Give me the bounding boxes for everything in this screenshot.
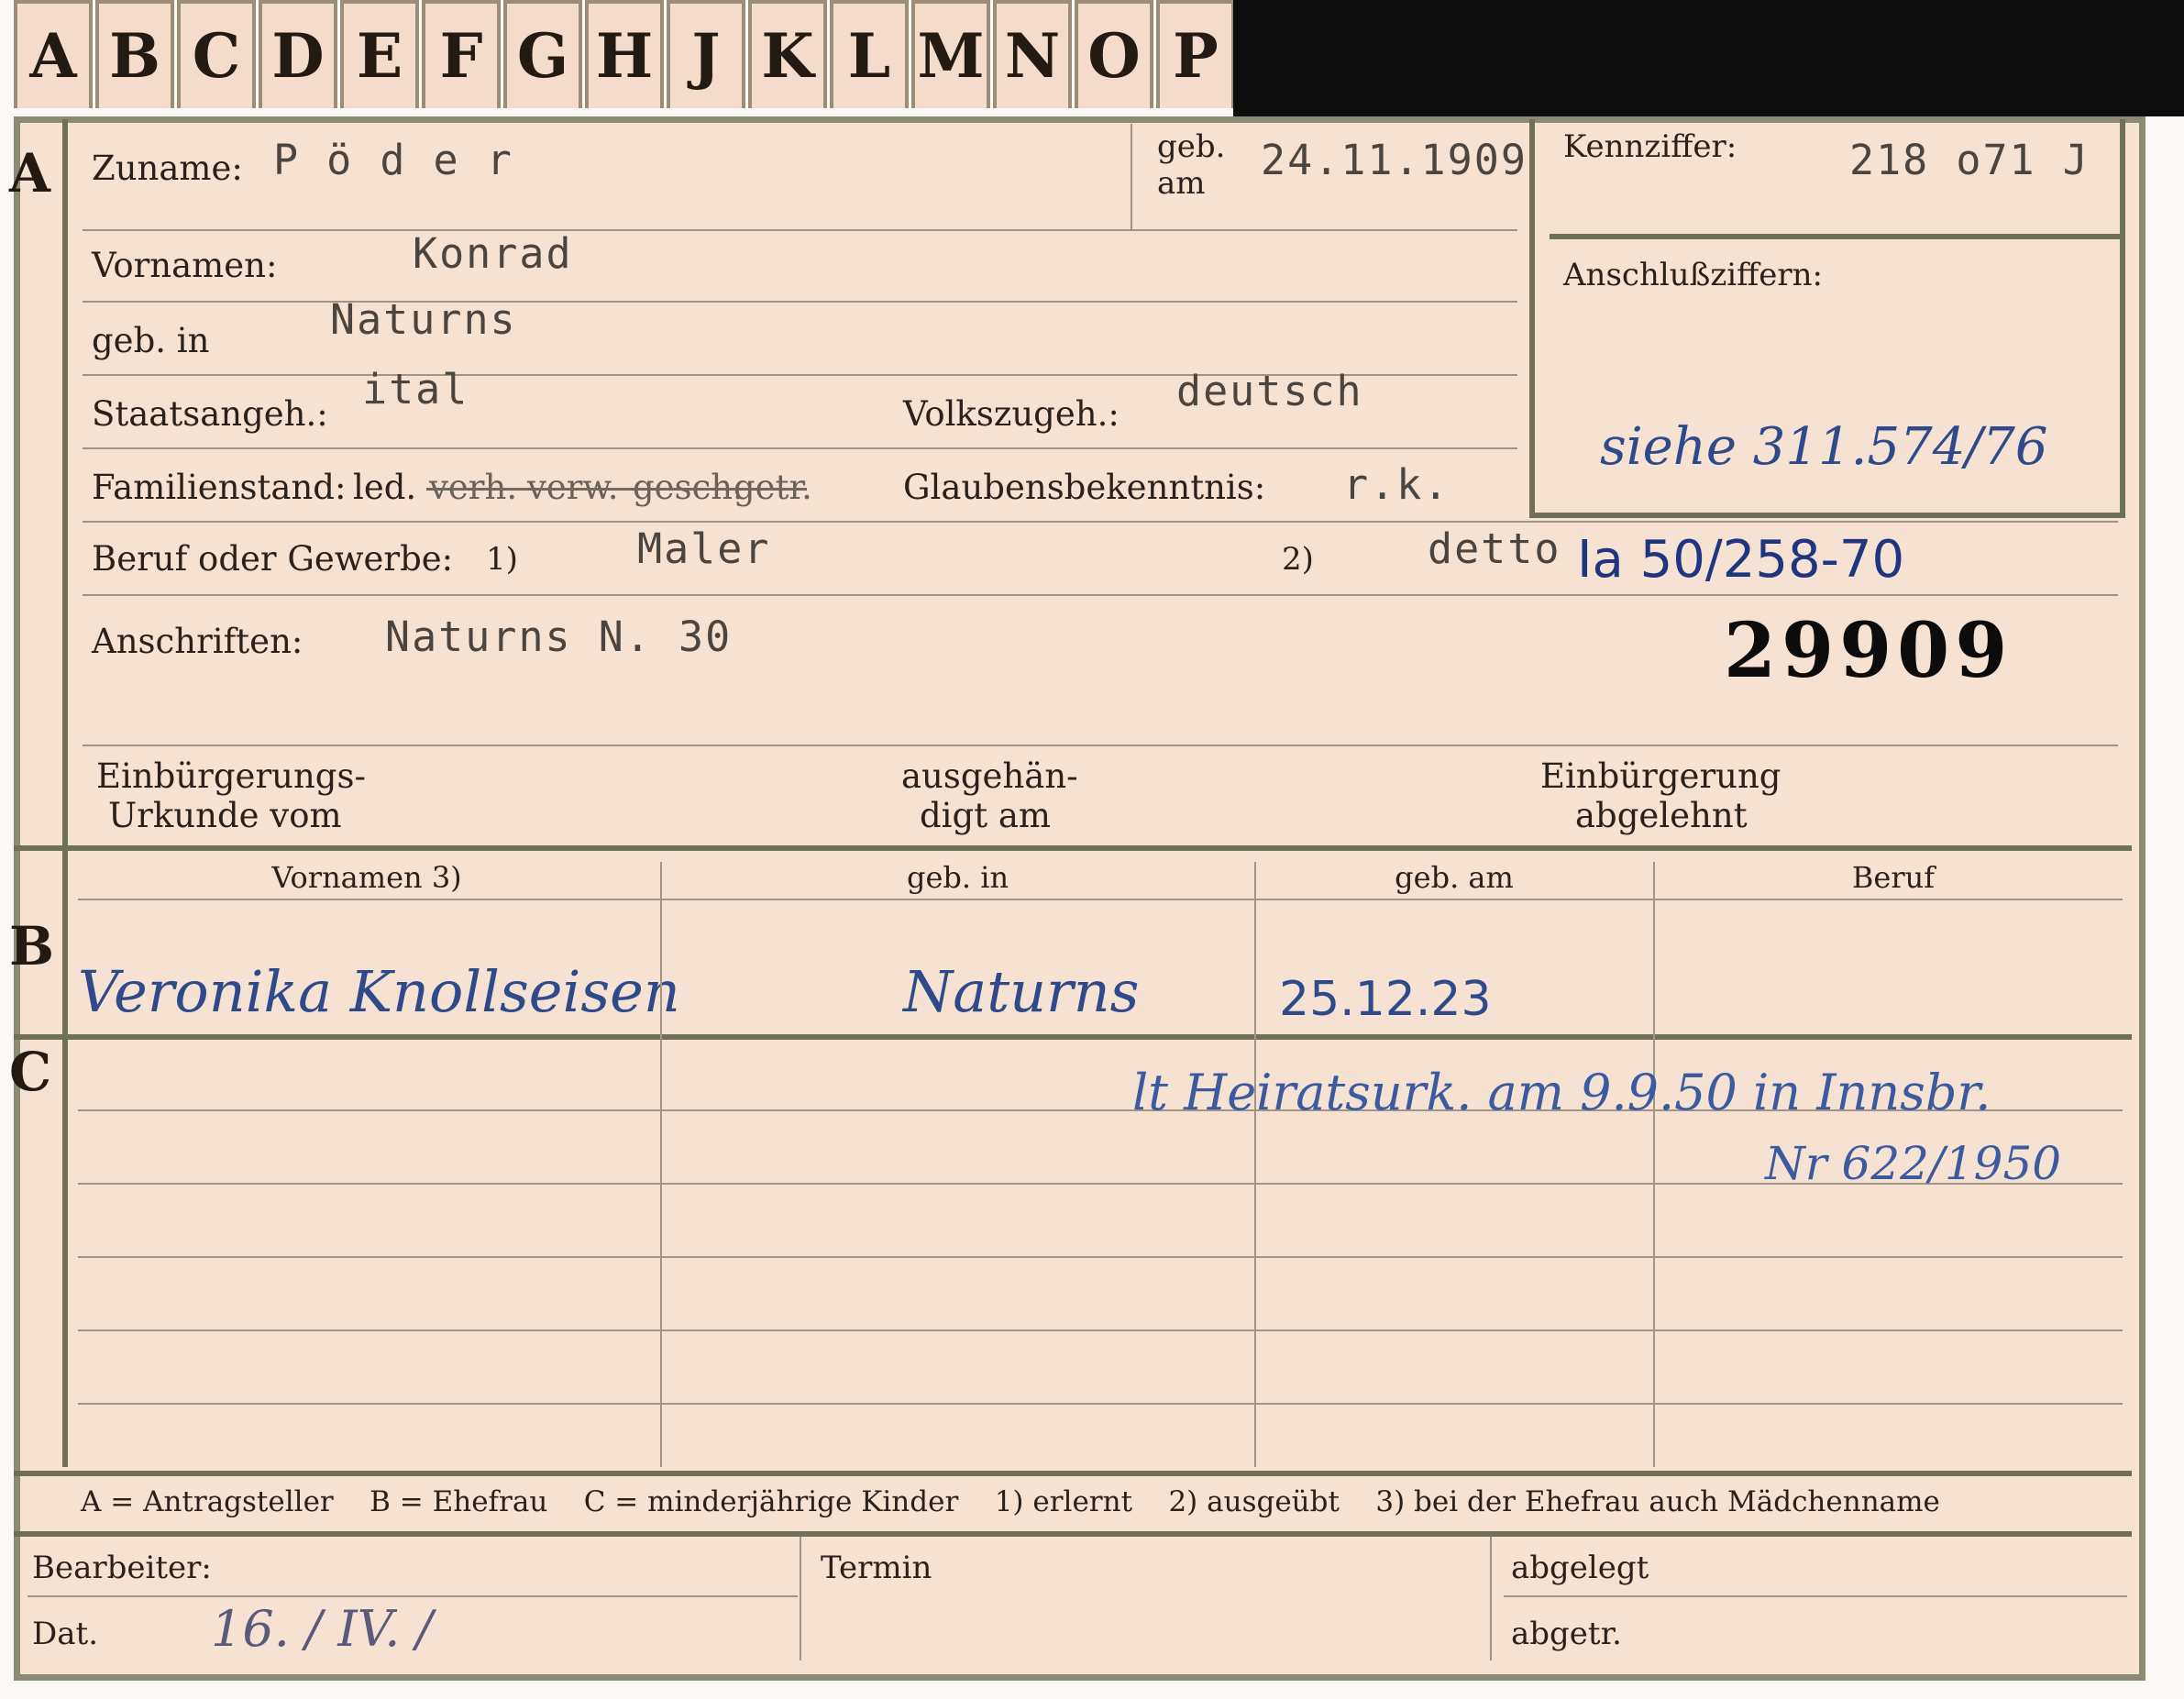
marital-label: Familienstand: bbox=[92, 468, 347, 507]
file-reference: Ia 50/258-70 bbox=[1577, 530, 1905, 590]
tab-k[interactable]: K bbox=[748, 0, 827, 108]
tab-p[interactable]: P bbox=[1156, 0, 1235, 108]
section-b-c-separator bbox=[14, 1034, 2132, 1040]
row-line-2 bbox=[83, 301, 1517, 303]
religion-label: Glaubensbekenntnis: bbox=[903, 468, 1266, 507]
surname-value: P ö d e r bbox=[273, 136, 513, 184]
tab-f[interactable]: F bbox=[422, 0, 501, 108]
linked-note: siehe 311.574/76 bbox=[1600, 417, 2048, 477]
section-letter-b: B bbox=[9, 915, 55, 977]
naturalization-denied-label-1: Einbürgerung bbox=[1540, 756, 1781, 796]
section-a-b-separator bbox=[14, 845, 2132, 851]
legend-bottom-rule bbox=[14, 1531, 2132, 1537]
tab-m[interactable]: M bbox=[911, 0, 990, 108]
left-rule bbox=[62, 119, 68, 1467]
section-letter-c: C bbox=[9, 1041, 52, 1103]
footer-filed-line bbox=[1504, 1595, 2127, 1597]
address-value: Naturns N. 30 bbox=[385, 612, 733, 661]
legend: A = Antragsteller B = Ehefrau C = minder… bbox=[81, 1485, 1940, 1518]
citizenship-value: ital bbox=[362, 365, 469, 414]
code-label: Kennziffer: bbox=[1563, 128, 1737, 165]
tab-o[interactable]: O bbox=[1075, 0, 1153, 108]
address-label: Anschriften: bbox=[92, 622, 303, 661]
born-in-value: Naturns bbox=[330, 295, 517, 344]
children-row-5 bbox=[78, 1403, 2123, 1405]
occupation-note-1: 1) bbox=[486, 541, 518, 578]
born-on-label-2: am bbox=[1157, 165, 1206, 202]
id-box-divider bbox=[1550, 234, 2123, 239]
citizenship-label: Staatsangeh.: bbox=[92, 394, 328, 434]
marital-option-single: led. bbox=[353, 468, 417, 507]
linked-label: Anschlußziffern: bbox=[1563, 257, 1823, 293]
born-in-label: geb. in bbox=[92, 321, 210, 360]
row-line-1 bbox=[83, 229, 1517, 231]
naturalization-cert-label-1: Einbürgerungs- bbox=[96, 756, 366, 796]
spouse-born-in: Naturns bbox=[903, 958, 1140, 1025]
ethnicity-label: Volkszugeh.: bbox=[903, 394, 1120, 434]
tab-j[interactable]: J bbox=[667, 0, 745, 108]
tab-h[interactable]: H bbox=[585, 0, 664, 108]
occupation-label: Beruf oder Gewerbe: bbox=[92, 539, 454, 579]
register-tabs: A B C D E F G H J K L M N O P bbox=[14, 0, 1238, 116]
spouse-header-born-on: geb. am bbox=[1395, 860, 1514, 895]
tab-row-dark-strip bbox=[1233, 0, 2184, 116]
transferred-label: abgetr. bbox=[1511, 1616, 1622, 1652]
deadline-label: Termin bbox=[821, 1550, 932, 1586]
tab-l[interactable]: L bbox=[830, 0, 909, 108]
row-line-7 bbox=[83, 745, 2118, 746]
religion-value: r.k. bbox=[1343, 460, 1450, 509]
first-names-label: Vornamen: bbox=[92, 246, 278, 285]
first-names-value: Konrad bbox=[413, 229, 573, 278]
tab-d[interactable]: D bbox=[259, 0, 337, 108]
occupation-practiced-value: detto bbox=[1428, 524, 1561, 573]
naturalization-cert-label-2: Urkunde vom bbox=[108, 796, 342, 835]
spouse-born-on: 25.12.23 bbox=[1279, 972, 1492, 1027]
marital-strikethrough bbox=[426, 488, 807, 491]
spouse-header-born-in: geb. in bbox=[906, 860, 1009, 895]
spouse-header-occupation: Beruf bbox=[1851, 860, 1936, 895]
spouse-header-first-names: Vornamen 3) bbox=[271, 860, 462, 895]
naturalization-denied-label-2: abgelehnt bbox=[1575, 796, 1748, 835]
tab-b[interactable]: B bbox=[95, 0, 174, 108]
row-line-4 bbox=[83, 447, 1517, 449]
children-row-3 bbox=[78, 1256, 2123, 1258]
tab-n[interactable]: N bbox=[993, 0, 1072, 108]
handed-out-label-1: ausgehän- bbox=[901, 756, 1078, 796]
ethnicity-value: deutsch bbox=[1176, 367, 1363, 415]
children-note-line-1: lt Heiratsurk. am 9.9.50 in Innsbr. bbox=[1132, 1064, 1991, 1121]
born-on-divider bbox=[1131, 124, 1132, 229]
born-on-label-1: geb. bbox=[1157, 128, 1226, 165]
row-line-6 bbox=[83, 594, 2118, 596]
filed-label: abgelegt bbox=[1511, 1550, 1649, 1586]
footer-divider-2 bbox=[1490, 1537, 1492, 1660]
date-value: 16. / IV. / bbox=[211, 1600, 433, 1658]
section-letter-a: A bbox=[9, 142, 51, 204]
date-label: Dat. bbox=[32, 1616, 99, 1652]
row-line-5 bbox=[83, 521, 2118, 523]
children-note-line-2: Nr 622/1950 bbox=[1765, 1137, 2062, 1190]
spouse-first-names: Veronika Knollseisen bbox=[78, 958, 680, 1025]
clerk-label: Bearbeiter: bbox=[32, 1550, 212, 1586]
occupation-learned-value: Maler bbox=[637, 524, 771, 573]
col-divider-3 bbox=[1653, 862, 1655, 1467]
handed-out-label-2: digt am bbox=[920, 796, 1051, 835]
code-value: 218 o71 J bbox=[1849, 136, 2090, 184]
tab-a[interactable]: A bbox=[14, 0, 93, 108]
born-on-value: 24.11.1909 bbox=[1261, 136, 1528, 184]
footer-clerk-line bbox=[28, 1595, 798, 1597]
tab-c[interactable]: C bbox=[177, 0, 256, 108]
col-divider-2 bbox=[1254, 862, 1256, 1467]
stamp-number: 29909 bbox=[1724, 607, 2013, 695]
tab-e[interactable]: E bbox=[340, 0, 419, 108]
children-row-4 bbox=[78, 1329, 2123, 1331]
legend-top-rule bbox=[14, 1471, 2132, 1476]
surname-label: Zuname: bbox=[92, 149, 243, 188]
col-divider-1 bbox=[660, 862, 662, 1467]
tab-g[interactable]: G bbox=[503, 0, 582, 108]
footer-divider-1 bbox=[800, 1537, 801, 1660]
spouse-header-line bbox=[78, 899, 2123, 900]
occupation-note-2: 2) bbox=[1282, 541, 1314, 578]
